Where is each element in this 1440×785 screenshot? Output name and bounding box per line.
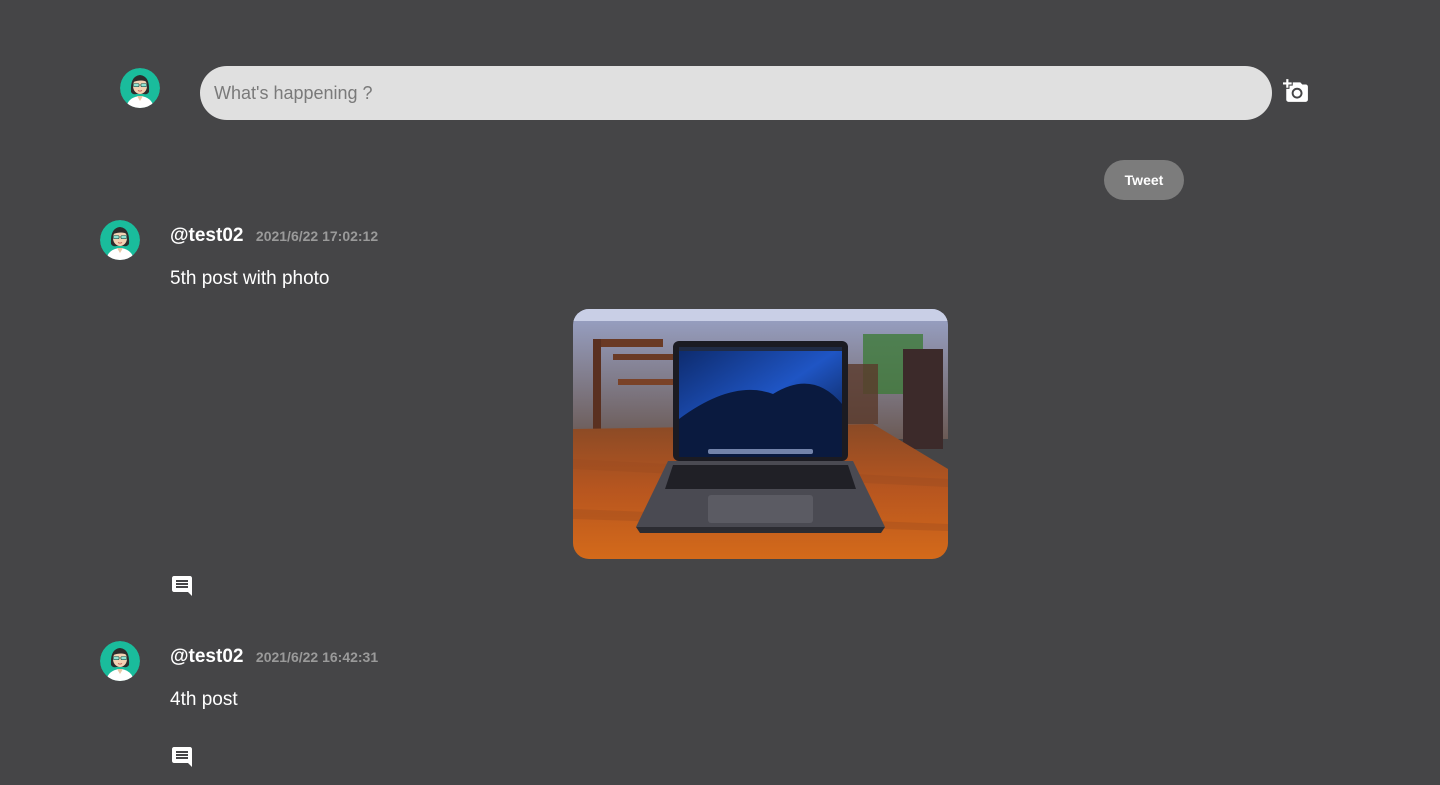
post-timestamp: 2021/6/22 16:42:31 bbox=[255, 649, 379, 665]
composer-avatar[interactable] bbox=[120, 68, 160, 108]
post-username[interactable]: @test02 bbox=[170, 646, 243, 667]
post-avatar[interactable] bbox=[100, 220, 140, 260]
post-avatar[interactable] bbox=[100, 641, 140, 681]
comment-icon[interactable] bbox=[170, 574, 194, 598]
post-text: 4th post bbox=[170, 689, 238, 710]
post-header: @test02 2021/6/22 16:42:31 bbox=[170, 646, 378, 668]
feed-page: Tweet @test02 2021/6/22 17:02:12 5th pos… bbox=[0, 0, 1440, 785]
post-timestamp: 2021/6/22 17:02:12 bbox=[255, 228, 379, 244]
post-photo[interactable] bbox=[573, 309, 948, 559]
post-username[interactable]: @test02 bbox=[170, 225, 243, 246]
comment-icon[interactable] bbox=[170, 745, 194, 769]
post-text: 5th post with photo bbox=[170, 268, 330, 289]
tweet-button[interactable]: Tweet bbox=[1104, 160, 1184, 200]
post-header: @test02 2021/6/22 17:02:12 bbox=[170, 225, 378, 247]
add-a-photo-icon[interactable] bbox=[1283, 78, 1309, 104]
tweet-input[interactable] bbox=[200, 66, 1272, 120]
